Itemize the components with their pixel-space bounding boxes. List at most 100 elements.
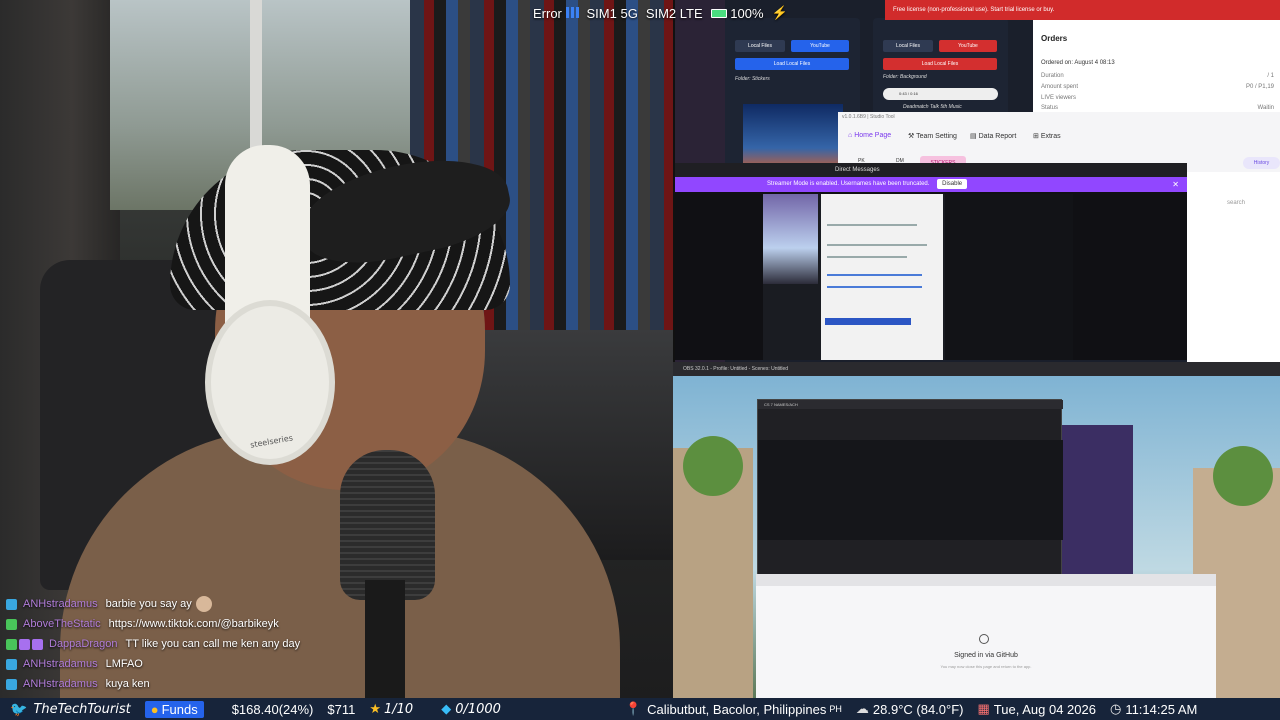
sim2-text: SIM2 LTE	[645, 5, 703, 21]
folder-label: Folder: Stickers	[735, 76, 770, 82]
chat-message: AboveTheStatic https://www.tiktok.com/@b…	[6, 614, 426, 634]
location: 📍 Calibutbut, Bacolor, Philippines PH	[624, 701, 842, 717]
obs-window-title: CS 7 NAMES/ACH	[758, 400, 1063, 409]
nav-team-setting[interactable]: ⚒ Team Setting	[908, 132, 957, 140]
funds-amount: $168.40(24%)	[231, 701, 314, 717]
dm-title: Direct Messages	[835, 167, 880, 173]
dm-screen-share	[763, 194, 1073, 360]
youtube-button[interactable]: YouTube	[791, 40, 849, 52]
disable-button[interactable]: Disable	[937, 179, 968, 189]
local-files-button[interactable]: Local Files	[735, 40, 785, 52]
dark-panel	[945, 194, 1073, 360]
coin-icon: ●	[150, 701, 159, 717]
nav-data-report[interactable]: ▤ Data Report	[970, 132, 1016, 140]
load-local-files-button[interactable]: Load Local Files	[883, 58, 997, 70]
wallpaper-tree	[683, 436, 743, 496]
browser-tabbar	[756, 574, 1216, 586]
badge-icon	[6, 658, 17, 670]
chat-message: ANHstradamus kuya ken	[6, 674, 426, 694]
weather: ☁ 28.9°C (84.0°F)	[855, 701, 964, 717]
chat-username: DappaDragon	[49, 638, 118, 650]
video-thumbnail	[763, 194, 818, 284]
goal-amount: $711	[327, 701, 356, 717]
audio-player[interactable]: 0:43 / 0:16	[883, 88, 998, 100]
chat-text: https://www.tiktok.com/@barbikeyk	[108, 618, 279, 630]
chat-username: ANHstradamus	[23, 658, 98, 670]
orders-value: / 1	[1267, 73, 1274, 79]
load-local-files-button[interactable]: Load Local Files	[735, 58, 849, 70]
signed-in-subtext: You may now close this page and return t…	[940, 664, 1032, 669]
chat-message: ANHstradamus LMFAO	[6, 654, 426, 674]
badge-icon	[6, 598, 17, 610]
github-icon	[979, 634, 989, 644]
side-panel: search	[1187, 172, 1280, 362]
chat-text: LMFAO	[105, 658, 143, 670]
star-icon: ★	[369, 701, 381, 717]
tool-icon: ⚒	[908, 133, 917, 140]
document-view	[821, 194, 943, 360]
streamer-mode-banner: Streamer Mode is enabled. Usernames have…	[675, 177, 1187, 192]
signal-icon	[565, 6, 579, 18]
time: ◷ 11:14:25 AM	[1109, 701, 1198, 717]
orders-title: Orders	[1041, 34, 1068, 43]
chat-message: DappaDragon TT like you can call me ken …	[6, 634, 426, 654]
obs-preview-window: CS 7 NAMES/ACH	[757, 399, 1063, 576]
orders-label: Amount spent	[1041, 84, 1079, 90]
orders-value: Waitin	[1257, 105, 1274, 111]
chat-username: ANHstradamus	[23, 598, 98, 610]
stars-count: ★ 1/10	[369, 701, 414, 717]
date: ▦ Tue, Aug 04 2026	[977, 701, 1096, 717]
twitter-icon: 🐦	[10, 700, 28, 717]
nav-home-page[interactable]: ⌂ Home Page	[848, 132, 891, 139]
chat-text: TT like you can call me ken any day	[125, 638, 301, 650]
orders-date: Ordered on: August 4 08:13	[1041, 60, 1115, 66]
highlighted-text	[825, 318, 911, 325]
folder-label: Folder: Background	[883, 74, 927, 80]
diamond-icon: ◆	[441, 701, 452, 717]
youtube-button[interactable]: YouTube	[939, 40, 997, 52]
purple-window	[1059, 425, 1133, 575]
badge-icon	[6, 638, 17, 650]
status-overlay: Error SIM1 5G SIM2 LTE 100% ⚡	[533, 4, 788, 22]
badge-icon	[6, 618, 17, 630]
doc-line	[827, 244, 927, 246]
chat-text: barbie you say ay	[105, 598, 192, 610]
obs-titlebar: OBS 32.0.1 - Profile: Untitled - Scenes:…	[673, 362, 1280, 376]
funds-label: ● Funds	[144, 700, 204, 718]
microphone	[340, 450, 435, 600]
orders-label: LIVE viewers	[1041, 95, 1077, 101]
twitch-badge-icon	[19, 638, 30, 650]
banner-text: Streamer Mode is enabled. Usernames have…	[767, 181, 930, 187]
report-icon: ▤	[970, 133, 979, 140]
gems-count: ◆ 0/1000	[441, 701, 501, 717]
player-time: 0:43 / 0:16	[899, 91, 918, 96]
dm-titlebar: Direct Messages	[675, 163, 1187, 177]
screen-capture-bottom: OBS 32.0.1 - Profile: Untitled - Scenes:…	[673, 362, 1280, 698]
chat-username: ANHstradamus	[23, 678, 98, 690]
close-icon[interactable]: ✕	[1172, 177, 1179, 192]
webcam-feed: steelseries ANHstradamus barbie you say …	[0, 0, 673, 698]
sub-badge-icon	[32, 638, 43, 650]
pin-icon: 📍	[624, 701, 642, 716]
local-files-button[interactable]: Local Files	[883, 40, 933, 52]
history-button[interactable]: History	[1243, 157, 1280, 169]
signed-in-text: Signed in via GitHub	[954, 652, 1018, 659]
extras-icon: ⊞	[1033, 133, 1041, 140]
direct-messages-window: Direct Messages Streamer Mode is enabled…	[675, 163, 1187, 360]
chat-overlay: ANHstradamus barbie you say ay AboveTheS…	[6, 594, 426, 694]
channel-name: TheTechTourist	[33, 701, 131, 717]
search-input[interactable]: search	[1227, 200, 1245, 206]
chat-text: kuya ken	[105, 678, 150, 690]
orders-value: P0 / P1,19	[1245, 84, 1274, 90]
trial-banner[interactable]: Free license (non-professional use). Sta…	[885, 0, 1280, 20]
obs-preview	[758, 440, 1063, 540]
nav-extras[interactable]: ⊞ Extras	[1033, 132, 1061, 140]
charging-icon: ⚡	[771, 5, 788, 20]
doc-line	[827, 256, 907, 258]
github-signin-page: Signed in via GitHub You may now close t…	[756, 574, 1216, 698]
clock-icon: ◷	[1109, 701, 1122, 716]
chat-username: AboveTheStatic	[23, 618, 101, 630]
doc-link	[827, 286, 922, 288]
chat-message: ANHstradamus barbie you say ay	[6, 594, 426, 614]
screen-capture-top: Local Files YouTube Load Local Files Fol…	[675, 0, 1280, 362]
